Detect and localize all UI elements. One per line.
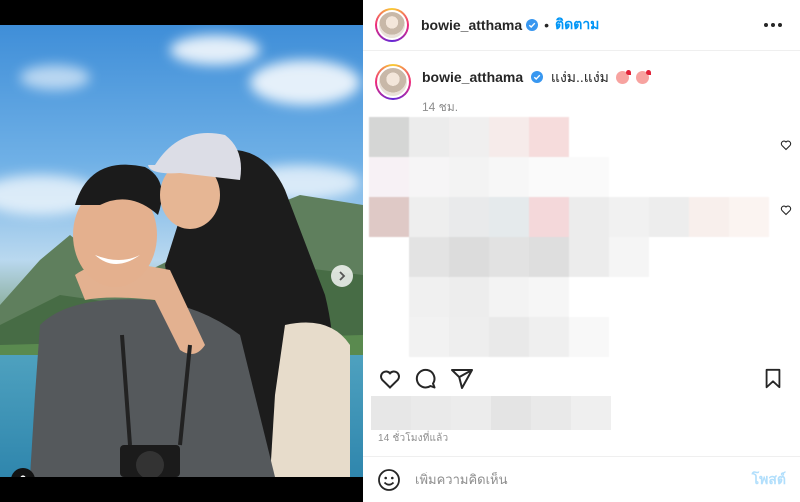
comment-icon: [415, 368, 436, 389]
caption-time: 14 ชม.: [422, 100, 459, 114]
heart-icon: [380, 370, 400, 389]
comments-list: [363, 117, 800, 357]
user-tag-icon: [20, 475, 26, 477]
avatar[interactable]: [375, 8, 409, 42]
blurred-likes: [371, 396, 611, 430]
separator-dot: •: [544, 17, 550, 33]
emoji-icon[interactable]: [377, 468, 401, 492]
caption-avatar[interactable]: [375, 64, 411, 100]
post-comment-button[interactable]: โพสต์: [752, 469, 786, 491]
chevron-right-icon: [339, 271, 346, 281]
verified-badge-icon: [531, 71, 544, 83]
bookmark-icon: [765, 368, 781, 389]
caption-username[interactable]: bowie_atthama: [422, 69, 523, 85]
like-button[interactable]: [377, 366, 403, 392]
verified-badge-icon: [526, 19, 539, 31]
blurred-comments: [369, 117, 769, 357]
next-slide-button[interactable]: [331, 265, 353, 287]
comment-like-heart-icon[interactable]: [780, 204, 792, 216]
more-options-icon: [764, 23, 768, 27]
kiss-emoji-icon: [635, 70, 651, 84]
follow-button[interactable]: ติดตาม: [555, 14, 599, 36]
post-photo[interactable]: [0, 25, 363, 477]
add-comment-bar: โพสต์: [363, 456, 800, 502]
caption-text: แง่ม..แง่ม: [550, 69, 609, 85]
comment-button[interactable]: [413, 366, 439, 392]
post-actions: [363, 357, 800, 401]
share-icon: [451, 369, 473, 389]
kiss-emoji-icon: [615, 70, 631, 84]
post-timestamp: 14 ชั่วโมงที่แล้ว: [378, 433, 449, 444]
post-header: bowie_atthama • ติดตาม: [363, 0, 800, 51]
comment-input[interactable]: [415, 472, 752, 487]
more-options-button[interactable]: [760, 19, 786, 31]
save-button[interactable]: [760, 366, 786, 392]
comment-like-heart-icon[interactable]: [780, 139, 792, 151]
post-caption: bowie_atthama แง่ม..แง่ม 14 ชม.: [363, 51, 800, 117]
share-button[interactable]: [449, 366, 475, 392]
post-panel: bowie_atthama • ติดตาม bowie_atthama แง่…: [363, 0, 800, 502]
post-media: [0, 0, 363, 502]
header-username[interactable]: bowie_atthama: [421, 17, 522, 33]
